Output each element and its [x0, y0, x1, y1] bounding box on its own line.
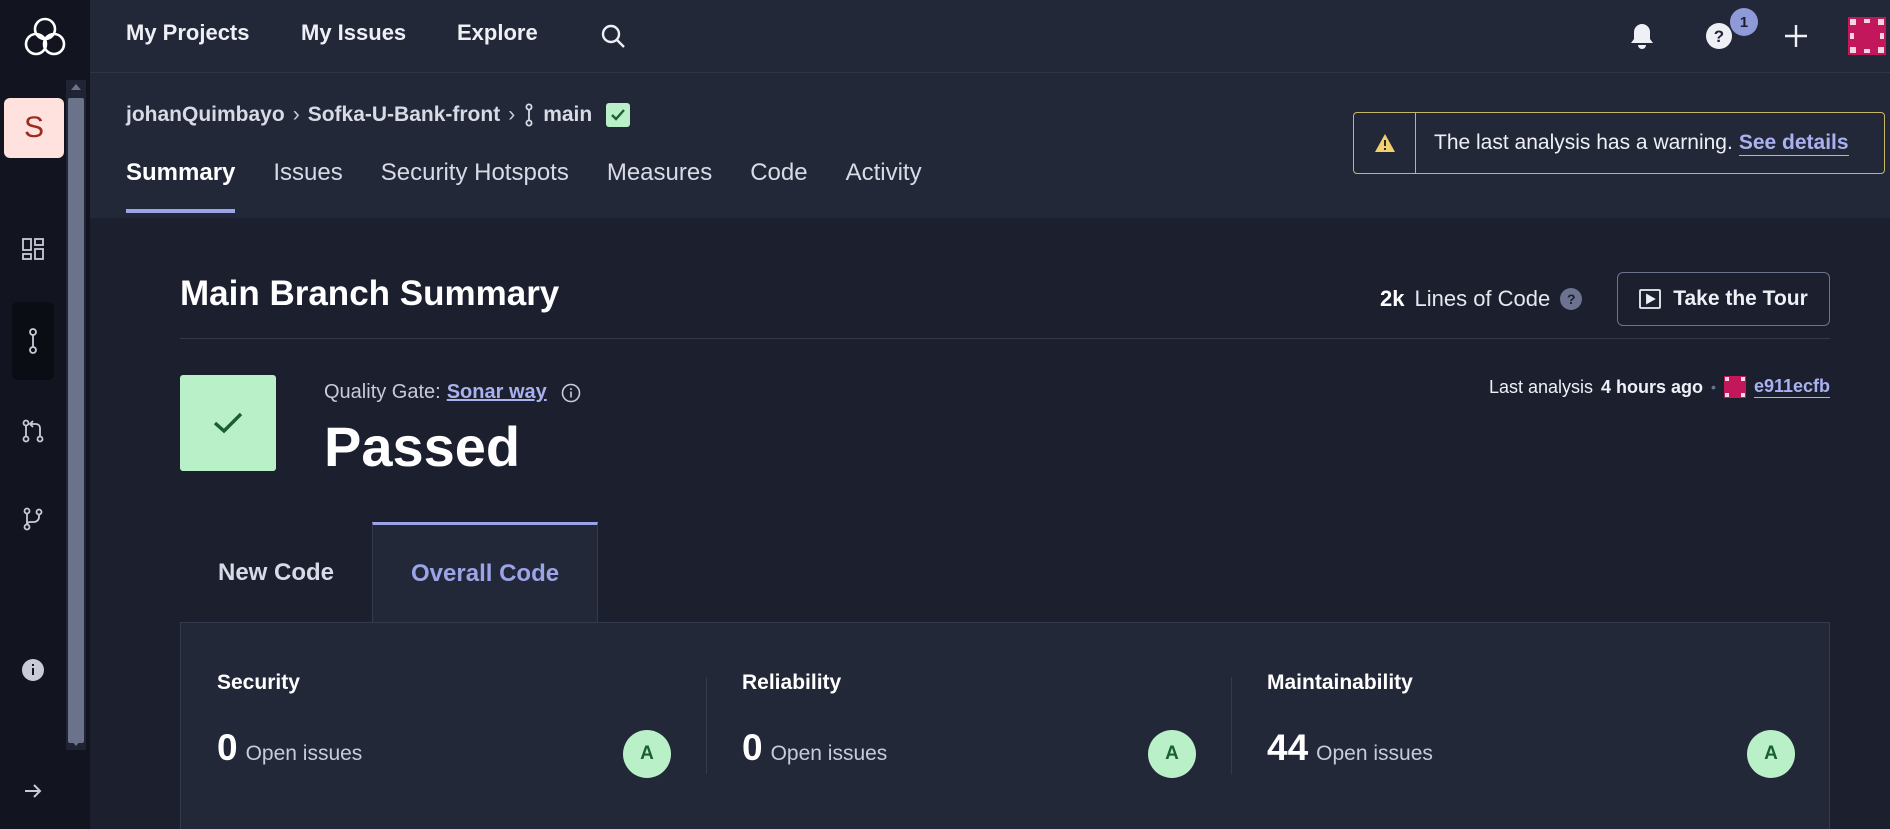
loc-label: Lines of Code	[1414, 286, 1551, 311]
last-analysis-time: 4 hours ago	[1601, 376, 1704, 397]
tab-overall-code[interactable]: Overall Code	[372, 522, 599, 623]
loc-help-icon[interactable]: ?	[1560, 288, 1583, 310]
project-tabs: Summary Issues Security Hotspots Measure…	[126, 159, 922, 213]
sonarcloud-logo[interactable]	[0, 0, 90, 73]
breadcrumb-branch[interactable]: main	[543, 103, 592, 127]
separator-dot: •	[1711, 379, 1716, 395]
top-navigation: My Projects My Issues Explore 1 ?	[90, 0, 1890, 73]
project-header: johanQuimbayo › Sofka-U-Bank-front › mai…	[90, 73, 1890, 218]
branch-passed-check-icon	[606, 103, 631, 127]
branch-icon	[525, 103, 533, 127]
warning-text: The last analysis has a warning.	[1434, 131, 1733, 154]
lines-of-code: 2k Lines of Code ?	[1380, 286, 1583, 312]
last-analysis-info: Last analysis 4 hours ago • e911ecfb	[1489, 376, 1830, 398]
branch-summary-icon[interactable]	[12, 302, 54, 380]
tab-security-hotspots[interactable]: Security Hotspots	[381, 159, 569, 213]
chevron-right-icon: ›	[508, 103, 516, 126]
metric-maintainability[interactable]: Maintainability 44 Open issues A	[1267, 623, 1795, 823]
quality-gate-passed-icon	[180, 375, 276, 471]
search-icon[interactable]	[591, 14, 635, 58]
metric-value: 44 Open issues	[1267, 727, 1433, 769]
cloud-logo-icon	[24, 17, 66, 55]
maintainability-rating-badge[interactable]: A	[1747, 730, 1795, 778]
left-sidebar: S	[0, 0, 90, 829]
chevron-right-icon: ›	[292, 103, 300, 126]
nav-my-projects[interactable]: My Projects	[126, 20, 250, 46]
info-circle-icon[interactable]	[561, 383, 581, 403]
tab-issues[interactable]: Issues	[273, 159, 342, 213]
tab-new-code[interactable]: New Code	[180, 522, 372, 623]
quality-gate-status: Passed	[324, 415, 521, 478]
svg-text:?: ?	[1714, 27, 1724, 46]
play-icon	[1639, 289, 1662, 309]
metric-value: 0 Open issues	[217, 727, 362, 769]
tab-measures[interactable]: Measures	[607, 159, 712, 213]
info-icon[interactable]	[12, 649, 54, 691]
notifications-bell-icon[interactable]	[1620, 14, 1664, 58]
nav-my-issues[interactable]: My Issues	[301, 20, 406, 46]
code-period-tabs: New Code Overall Code	[180, 522, 599, 623]
metric-title: Reliability	[742, 671, 842, 694]
help-icon[interactable]: ?	[1697, 14, 1741, 58]
metric-value: 0 Open issues	[742, 727, 887, 769]
breadcrumb: johanQuimbayo › Sofka-U-Bank-front › mai…	[126, 103, 631, 127]
user-avatar[interactable]	[1845, 14, 1889, 58]
committer-avatar	[1723, 376, 1746, 398]
quality-gate-label: Quality Gate: Sonar way	[324, 381, 581, 404]
last-analysis-label: Last analysis	[1488, 376, 1594, 397]
scroll-up-arrow-icon[interactable]	[71, 84, 81, 90]
quality-gate-caption: Quality Gate:	[324, 381, 441, 403]
see-details-link[interactable]: See details	[1738, 131, 1849, 156]
page-title: Main Branch Summary	[180, 274, 560, 313]
warning-triangle-icon	[1354, 113, 1416, 173]
tour-button-label: Take the Tour	[1673, 287, 1808, 310]
metric-divider	[706, 677, 707, 774]
metric-unit: Open issues	[770, 742, 888, 765]
project-avatar[interactable]: S	[4, 98, 64, 158]
security-rating-badge[interactable]: A	[623, 730, 671, 778]
expand-sidebar-arrow-icon[interactable]	[12, 770, 54, 812]
metric-reliability[interactable]: Reliability 0 Open issues A	[742, 623, 1202, 823]
tab-summary[interactable]: Summary	[126, 159, 236, 213]
analysis-warning-banner: The last analysis has a warning. See det…	[1353, 112, 1885, 174]
tab-code[interactable]: Code	[750, 159, 807, 213]
metric-title: Security	[217, 671, 300, 694]
quality-gate-profile-link[interactable]: Sonar way	[447, 381, 547, 404]
divider	[180, 338, 1830, 339]
breadcrumb-project[interactable]: Sofka-U-Bank-front	[308, 103, 501, 127]
sidebar-scrollbar[interactable]	[66, 80, 86, 750]
metric-number[interactable]: 0	[217, 727, 238, 769]
dashboard-icon[interactable]	[12, 228, 54, 270]
breadcrumb-owner[interactable]: johanQuimbayo	[126, 103, 285, 127]
metrics-panel: Security 0 Open issues A Reliability 0 O…	[180, 622, 1830, 829]
metric-security[interactable]: Security 0 Open issues A	[217, 623, 677, 823]
metric-number[interactable]: 0	[742, 727, 763, 769]
commit-hash-link[interactable]: e911ecfb	[1753, 376, 1830, 398]
branches-icon[interactable]	[12, 498, 54, 540]
tab-activity[interactable]: Activity	[846, 159, 922, 213]
nav-explore[interactable]: Explore	[457, 20, 538, 46]
metric-unit: Open issues	[1316, 742, 1433, 765]
pull-request-icon[interactable]	[12, 410, 54, 452]
scroll-down-arrow-icon[interactable]	[71, 740, 81, 746]
take-the-tour-button[interactable]: Take the Tour	[1617, 272, 1830, 326]
metric-title: Maintainability	[1267, 671, 1413, 694]
metric-number[interactable]: 44	[1267, 727, 1308, 769]
scrollbar-thumb[interactable]	[68, 98, 84, 743]
reliability-rating-badge[interactable]: A	[1148, 730, 1196, 778]
loc-value: 2k	[1380, 286, 1405, 311]
create-plus-icon[interactable]	[1774, 14, 1818, 58]
metric-divider	[1231, 677, 1232, 774]
metric-unit: Open issues	[245, 742, 363, 765]
